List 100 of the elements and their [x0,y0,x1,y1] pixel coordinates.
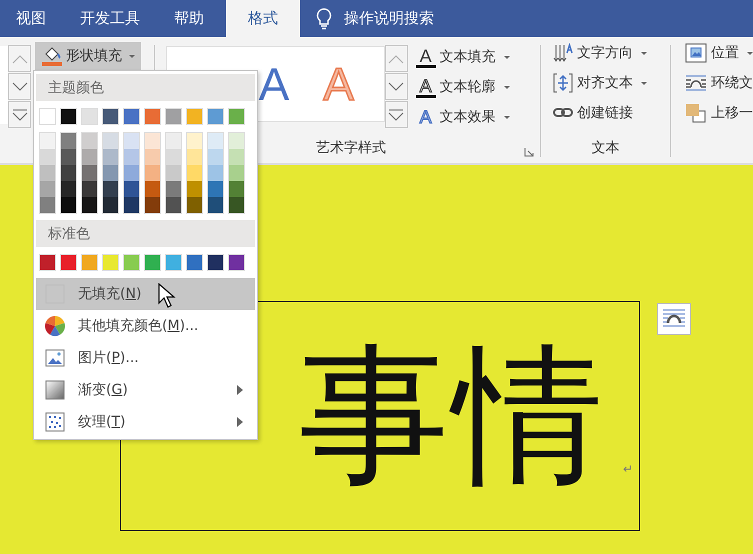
ribbon-tab[interactable]: 帮助 [158,0,220,37]
color-swatch[interactable] [166,149,181,165]
color-swatch[interactable] [124,197,139,213]
color-swatch[interactable] [187,197,202,213]
color-swatch[interactable] [186,254,203,271]
color-swatch[interactable] [187,133,202,149]
color-swatch[interactable] [208,165,223,181]
expand-icon [12,108,28,120]
color-swatch[interactable] [61,165,76,181]
color-swatch[interactable] [61,149,76,165]
color-swatch[interactable] [186,108,203,125]
color-swatch[interactable] [82,149,97,165]
color-swatch[interactable] [166,181,181,197]
color-swatch[interactable] [40,165,55,181]
align-text-icon [553,73,574,93]
color-swatch[interactable] [145,165,160,181]
color-swatch[interactable] [207,108,224,125]
color-swatch[interactable] [145,149,160,165]
color-swatch[interactable] [229,149,244,165]
color-swatch[interactable] [187,165,202,181]
chevron-down-icon [388,82,404,92]
color-swatch[interactable] [40,149,55,165]
color-swatch[interactable] [165,108,182,125]
color-swatch[interactable] [207,254,224,271]
search-field[interactable]: 操作说明搜索 [316,0,434,37]
color-swatch[interactable] [81,108,98,125]
color-swatch[interactable] [102,108,119,125]
color-swatch[interactable] [187,181,202,197]
color-swatch[interactable] [124,181,139,197]
more-button[interactable] [384,101,408,128]
color-swatch[interactable] [60,108,77,125]
ribbon-command[interactable]: 创建链接 [553,102,670,124]
scroll-up-button[interactable] [384,45,408,72]
color-swatch[interactable] [61,133,76,149]
color-swatch[interactable] [228,254,245,271]
color-swatch[interactable] [81,254,98,271]
color-swatch[interactable] [166,197,181,213]
color-swatch[interactable] [144,108,161,125]
color-swatch[interactable] [39,108,56,125]
color-swatch[interactable] [82,133,97,149]
color-swatch[interactable] [103,133,118,149]
menu-item[interactable]: 无填充(N) [36,278,255,310]
color-swatch[interactable] [166,133,181,149]
ribbon-tab[interactable]: 开发工具 [64,0,156,37]
ribbon-command[interactable]: A 文本效果 [416,106,510,128]
color-swatch[interactable] [61,181,76,197]
color-swatch[interactable] [144,254,161,271]
ribbon-command[interactable]: 文字方向 [553,42,670,64]
color-swatch[interactable] [187,149,202,165]
color-swatch[interactable] [40,133,55,149]
color-swatch[interactable] [229,181,244,197]
ribbon-tab[interactable]: 视图 [0,0,62,37]
color-swatch[interactable] [229,165,244,181]
more-button[interactable] [8,101,31,128]
gradient-icon [45,380,65,400]
color-swatch[interactable] [103,165,118,181]
ribbon-tab[interactable]: 格式 [226,0,300,37]
color-swatch[interactable] [124,133,139,149]
color-swatch[interactable] [40,197,55,213]
color-swatch[interactable] [145,133,160,149]
color-swatch[interactable] [40,181,55,197]
scroll-down-button[interactable] [384,73,408,100]
ribbon-command[interactable]: A 文本填充 [416,46,510,68]
color-swatch[interactable] [145,197,160,213]
color-swatch[interactable] [82,197,97,213]
color-swatch[interactable] [165,254,182,271]
color-swatch[interactable] [229,197,244,213]
ribbon-command[interactable]: 上移一 [685,102,753,124]
color-swatch[interactable] [208,133,223,149]
color-swatch[interactable] [60,254,77,271]
color-swatch[interactable] [208,149,223,165]
scroll-down-button[interactable] [8,73,31,100]
color-swatch[interactable] [124,149,139,165]
color-swatch[interactable] [82,181,97,197]
color-swatch[interactable] [39,254,56,271]
ribbon-command[interactable]: 对齐文本 [553,72,670,94]
color-swatch[interactable] [61,197,76,213]
layout-options-button[interactable] [657,303,691,335]
ribbon-command[interactable]: A 文本轮廓 [416,76,510,98]
color-swatch[interactable] [229,133,244,149]
color-swatch[interactable] [103,197,118,213]
color-swatch[interactable] [103,181,118,197]
color-swatch[interactable] [208,197,223,213]
ribbon-command[interactable]: 环绕文 [685,72,753,94]
ribbon-command[interactable]: 位置 [685,42,753,64]
dialog-launcher-icon[interactable] [524,147,534,157]
color-swatch[interactable] [123,254,140,271]
color-swatch[interactable] [124,165,139,181]
color-swatch[interactable] [103,149,118,165]
color-swatch[interactable] [123,108,140,125]
color-swatch[interactable] [82,165,97,181]
color-swatch[interactable] [166,165,181,181]
scroll-up-button[interactable] [8,45,31,72]
shape-fill-button[interactable]: 形状填充 [35,42,141,70]
chevron-up-icon [12,54,28,64]
color-swatch[interactable] [145,181,160,197]
color-swatch[interactable] [228,108,245,125]
color-swatch[interactable] [208,181,223,197]
wordart-style[interactable]: A [258,61,290,107]
color-swatch[interactable] [102,254,119,271]
